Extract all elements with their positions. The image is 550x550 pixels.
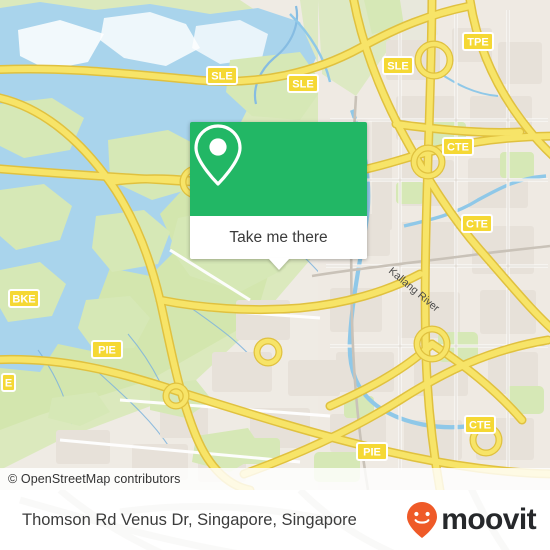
popup-header (190, 122, 367, 216)
road-shield-label: CTE (447, 142, 469, 154)
road-shield-sle-mid: SLE (287, 74, 319, 93)
road-shield-label: SLE (387, 61, 408, 73)
road-shield-label: E (5, 378, 12, 390)
location-address: Thomson Rd Venus Dr, Singapore, Singapor… (22, 510, 357, 529)
popup-pointer-tail (267, 258, 290, 270)
road-shield-partial-west: E (1, 373, 16, 392)
road-shield-label: CTE (466, 219, 488, 231)
road-shield-pie-west: PIE (91, 340, 123, 359)
road-shield-sle-west: SLE (206, 66, 238, 85)
popup-action[interactable]: Take me there (190, 216, 367, 270)
road-shield-label: SLE (292, 79, 313, 91)
road-shield-label: PIE (98, 345, 116, 357)
footer-bar: Thomson Rd Venus Dr, Singapore, Singapor… (0, 490, 550, 550)
take-me-there-label: Take me there (229, 228, 328, 246)
road-shield-label: TPE (467, 37, 488, 49)
moovit-wordmark: moovit (441, 503, 536, 536)
location-popup-card[interactable]: Take me there (190, 122, 367, 270)
moovit-pin-smile-icon (407, 502, 438, 538)
road-shield-tpe: TPE (462, 32, 494, 51)
road-shield-bke: BKE (8, 289, 40, 308)
map-attribution: © OpenStreetMap contributors (0, 468, 550, 490)
moovit-logo[interactable]: moovit (405, 501, 537, 539)
attribution-text: © OpenStreetMap contributors (8, 472, 181, 486)
screenshot-root: Kallang River SLE SLE SLE TPE CTE CTE CTE BKE PI… (0, 0, 550, 550)
road-shield-label: BKE (12, 294, 35, 306)
road-shield-label: PIE (363, 447, 381, 459)
road-shield-cte-north: CTE (442, 137, 474, 156)
road-shield-label: CTE (469, 420, 491, 432)
map-canvas[interactable]: Kallang River SLE SLE SLE TPE CTE CTE CTE BKE PI… (0, 0, 550, 490)
road-shield-pie-south: PIE (356, 442, 388, 461)
map-pin-icon (194, 124, 242, 186)
road-shield-sle-east: SLE (382, 56, 414, 75)
road-shield-cte-mid: CTE (461, 214, 493, 233)
road-shield-cte-south: CTE (464, 415, 496, 434)
road-shield-label: SLE (211, 71, 232, 83)
